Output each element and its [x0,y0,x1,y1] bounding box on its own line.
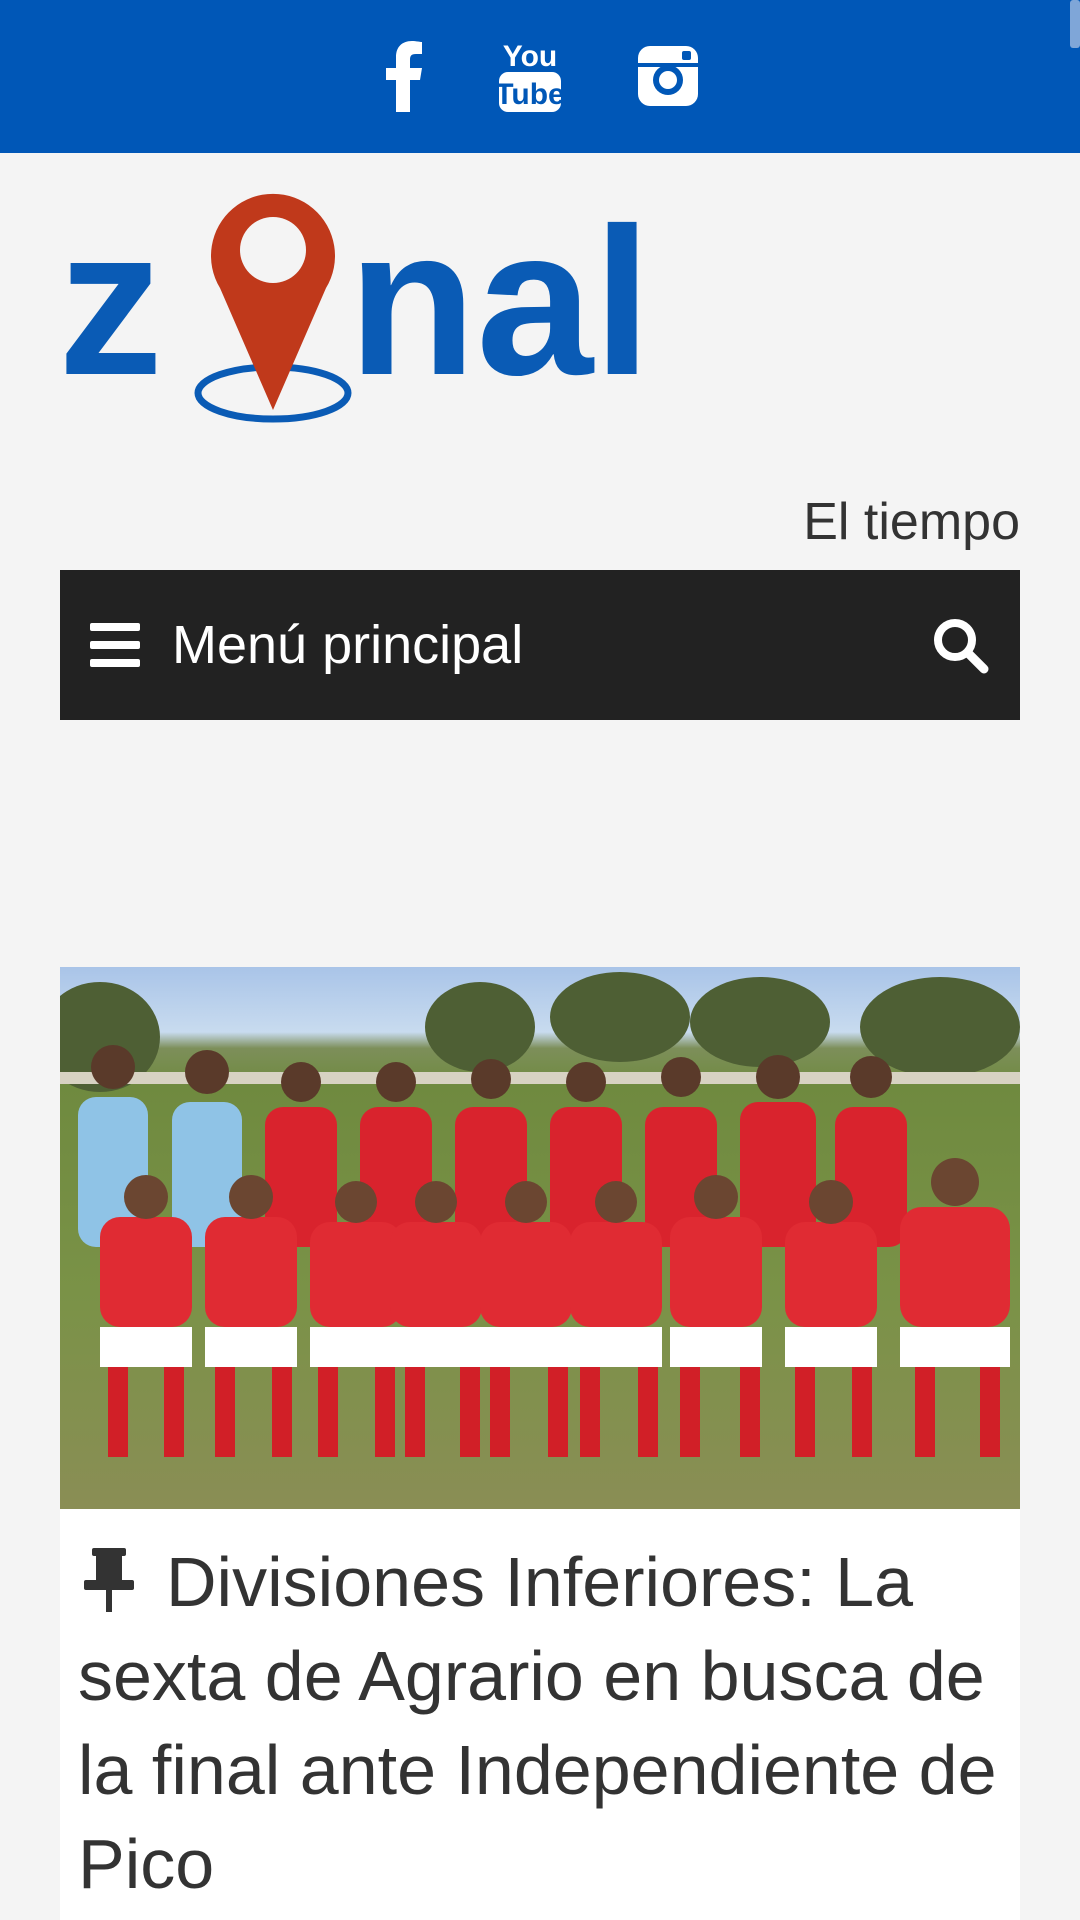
svg-text:Tube: Tube [497,78,563,111]
svg-text:nal: nal [348,184,648,419]
svg-text:z: z [58,184,163,419]
youtube-link[interactable]: You Tube [490,34,570,118]
instagram-link[interactable] [628,34,708,118]
hamburger-icon [90,623,140,667]
facebook-icon [386,41,422,112]
menu-label: Menú principal [172,615,524,675]
featured-article: Divisiones Inferiores: La sexta de Agrar… [60,967,1020,1920]
search-button[interactable] [930,615,990,675]
article-headline-text: Divisiones Inferiores: La sexta de Agrar… [78,1543,997,1903]
article-headline[interactable]: Divisiones Inferiores: La sexta de Agrar… [78,1535,998,1911]
search-icon [934,619,989,674]
main-menu-button[interactable]: Menú principal [60,570,660,720]
youtube-icon: You Tube [497,40,563,112]
facebook-link[interactable] [364,34,444,118]
pushpin-icon [84,1548,134,1612]
svg-text:You: You [503,40,557,73]
article-photo[interactable] [60,967,1020,1509]
instagram-icon [638,46,698,106]
weather-link[interactable]: El tiempo [803,492,1020,552]
main-navbar: Menú principal [60,570,1020,720]
social-top-bar: You Tube [0,0,1080,153]
site-logo[interactable]: z nal [58,178,651,428]
scrollbar-thumb[interactable] [1070,0,1080,48]
